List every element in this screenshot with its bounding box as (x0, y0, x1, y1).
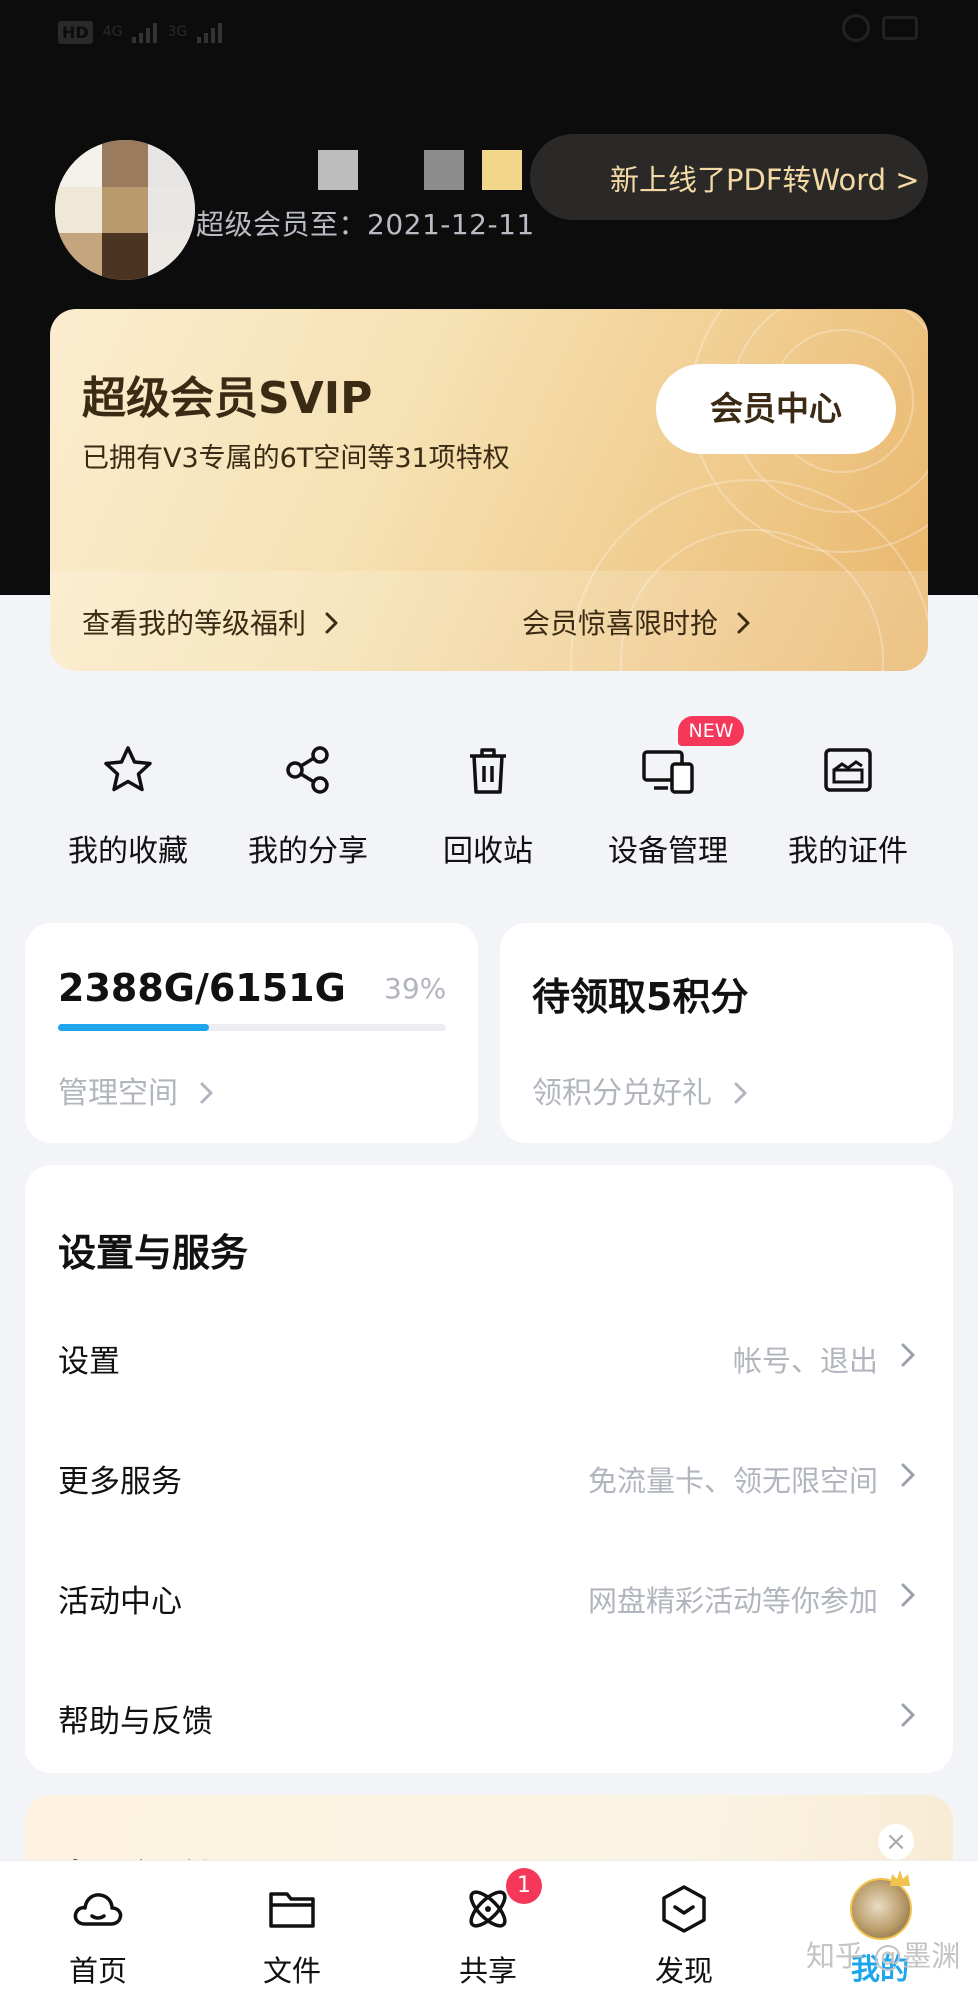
chevron-right-icon (325, 612, 338, 634)
settings-row-label: 更多服务 (58, 1464, 182, 1500)
redeem-points-label: 领积分兑好礼 (532, 1076, 712, 1111)
watermark: 知乎 @墨渊 (806, 1939, 961, 1973)
tab-home[interactable]: 首页 (28, 1880, 168, 1990)
devices-icon (642, 750, 694, 794)
status-icons-right (842, 14, 918, 42)
signal-icon (132, 21, 158, 43)
settings-row-label: 帮助与反馈 (58, 1704, 213, 1740)
quick-action-recycle-bin[interactable]: 回收站 (398, 740, 578, 870)
quick-action-label: 回收站 (443, 834, 533, 869)
manage-space-label: 管理空间 (58, 1076, 178, 1111)
id-card-icon (824, 748, 872, 792)
quick-action-devices[interactable]: 设备管理 (578, 740, 758, 870)
svip-title: 超级会员SVIP (82, 373, 373, 424)
storage-progress-fill (58, 1024, 210, 1031)
user-avatar[interactable] (55, 140, 195, 280)
quick-action-favorites[interactable]: 我的收藏 (38, 740, 218, 870)
settings-services-title: 设置与服务 (58, 1231, 249, 1275)
tab-label: 发现 (654, 1954, 713, 1988)
manage-space-link[interactable]: 管理空间 (58, 1068, 218, 1112)
points-title: 待领取5积分 (532, 975, 749, 1019)
discover-icon (662, 1885, 706, 1933)
crown-icon (890, 1870, 910, 1886)
close-icon[interactable]: × (878, 1824, 914, 1860)
alarm-icon (842, 14, 870, 42)
battery-icon (882, 16, 918, 40)
redeem-points-link[interactable]: 领积分兑好礼 (532, 1068, 752, 1112)
flash-sale-link[interactable]: 会员惊喜限时抢 (522, 602, 755, 642)
tab-discover[interactable]: 发现 (614, 1880, 754, 1990)
vip-expiry-date: 超级会员至：2021-12-11 (196, 208, 535, 241)
chevron-right-icon (200, 1082, 213, 1104)
settings-row-label: 设置 (58, 1344, 120, 1380)
pdf-promo-label: 新上线了PDF转Word > (610, 163, 920, 197)
quick-action-label: 我的证件 (788, 834, 908, 869)
cloud-icon (73, 1893, 123, 1926)
folder-icon (269, 1892, 315, 1928)
network-type-1: 4G (102, 24, 123, 40)
svip-subtitle: 已拥有V3专属的6T空间等31项特权 (82, 443, 510, 474)
new-badge: NEW (678, 716, 744, 746)
star-icon (104, 746, 152, 792)
settings-row-value: 免流量卡、领无限空间 (587, 1464, 878, 1498)
pdf-to-word-promo[interactable]: 新上线了PDF转Word > (530, 134, 928, 220)
chevron-right-icon (901, 1463, 915, 1487)
quick-action-id-cards[interactable]: 我的证件 (758, 740, 938, 870)
settings-row-label: 活动中心 (58, 1584, 182, 1620)
quick-action-shares[interactable]: 我的分享 (218, 740, 398, 870)
chevron-right-icon (734, 1082, 747, 1104)
network-type-2: 3G (167, 24, 188, 40)
hd-indicator: HD (58, 20, 93, 44)
status-bar: HD 4G 3G (58, 14, 223, 50)
storage-progress-bar (58, 1024, 446, 1031)
quick-action-label: 设备管理 (608, 834, 728, 869)
tab-label: 文件 (262, 1954, 321, 1988)
level-benefits-label: 查看我的等级福利 (82, 607, 307, 640)
tab-label: 首页 (68, 1954, 127, 1988)
share-icon (286, 746, 329, 794)
settings-row-value: 帐号、退出 (732, 1344, 878, 1378)
member-center-button[interactable]: 会员中心 (656, 364, 896, 454)
quick-action-label: 我的分享 (248, 834, 368, 869)
chevron-right-icon (901, 1583, 915, 1607)
quick-action-label: 我的收藏 (68, 834, 188, 869)
storage-usage: 2388G/6151G (58, 966, 346, 1010)
trash-icon (470, 748, 506, 794)
settings-row-value: 网盘精彩活动等你参加 (587, 1584, 878, 1618)
signal-icon-2 (197, 21, 223, 43)
tab-files[interactable]: 文件 (222, 1880, 362, 1990)
level-benefits-link[interactable]: 查看我的等级福利 (82, 602, 343, 642)
tab-label: 共享 (458, 1954, 517, 1988)
chevron-right-icon (901, 1343, 915, 1367)
flash-sale-label: 会员惊喜限时抢 (522, 607, 719, 640)
chevron-right-icon (737, 612, 750, 634)
storage-percent: 39% (384, 972, 447, 1005)
share-unread-badge: 1 (506, 1868, 542, 1904)
username-blurred (210, 150, 580, 190)
chevron-right-icon (901, 1703, 915, 1727)
